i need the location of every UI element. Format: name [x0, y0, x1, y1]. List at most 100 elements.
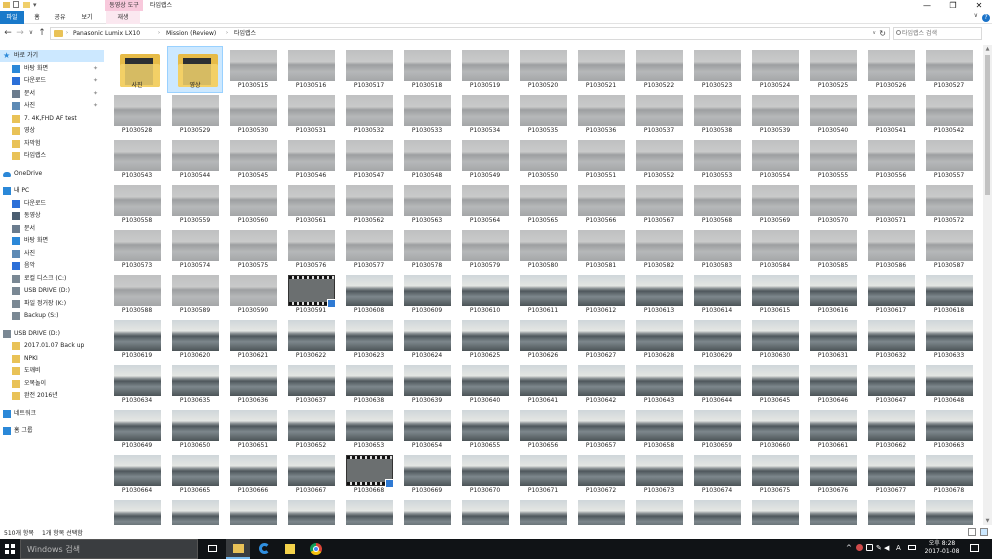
image-file-item[interactable]: P1030634 [110, 362, 164, 407]
image-file-item[interactable]: P1030528 [110, 92, 164, 137]
tray-network-icon[interactable] [866, 544, 873, 553]
tab-view[interactable]: 보기 [76, 11, 98, 24]
image-file-item[interactable]: P1030616 [806, 272, 860, 317]
image-file-item[interactable]: P1030666 [226, 452, 280, 497]
properties-icon[interactable] [13, 1, 21, 9]
image-file-item[interactable]: P1030639 [400, 362, 454, 407]
image-file-item[interactable] [168, 497, 222, 525]
nav-item[interactable]: ★ 바로 가기 [0, 50, 104, 62]
image-file-item[interactable]: P1030626 [516, 317, 570, 362]
image-file-item[interactable]: P1030536 [574, 92, 628, 137]
tab-home[interactable]: 홈 [28, 11, 46, 24]
image-file-item[interactable] [806, 497, 860, 525]
scroll-down-arrow[interactable]: ▼ [984, 518, 991, 524]
image-file-item[interactable]: P1030633 [922, 317, 976, 362]
image-file-item[interactable]: P1030624 [400, 317, 454, 362]
tab-file[interactable]: 파일 [0, 11, 24, 24]
image-file-item[interactable]: P1030567 [632, 182, 686, 227]
image-file-item[interactable]: P1030638 [342, 362, 396, 407]
image-file-item[interactable]: P1030561 [284, 182, 338, 227]
image-file-item[interactable] [400, 497, 454, 525]
image-file-item[interactable]: P1030647 [864, 362, 918, 407]
image-file-item[interactable]: P1030549 [458, 137, 512, 182]
nav-item[interactable]: 오복놀이 [0, 378, 104, 390]
clock[interactable]: 오후 8:28 2017-01-08 [922, 540, 962, 556]
image-file-item[interactable]: P1030531 [284, 92, 338, 137]
tray-battery-icon[interactable] [908, 544, 916, 552]
image-file-item[interactable]: P1030672 [574, 452, 628, 497]
nav-item[interactable]: 자막험 [0, 138, 104, 150]
image-file-item[interactable]: P1030675 [748, 452, 802, 497]
image-file-item[interactable]: P1030552 [632, 137, 686, 182]
image-file-item[interactable]: P1030542 [922, 92, 976, 137]
image-file-item[interactable]: P1030526 [864, 47, 918, 92]
image-file-item[interactable]: P1030629 [690, 317, 744, 362]
image-file-item[interactable] [458, 497, 512, 525]
nav-item[interactable]: 로컬 디스크 (C:) [0, 273, 104, 285]
image-file-item[interactable]: P1030554 [748, 137, 802, 182]
image-file-item[interactable]: P1030590 [226, 272, 280, 317]
nav-item[interactable]: NPKI [0, 353, 104, 365]
image-file-item[interactable]: P1030533 [400, 92, 454, 137]
nav-item[interactable]: 내 PC [0, 185, 104, 197]
image-file-item[interactable]: P1030516 [284, 47, 338, 92]
image-file-item[interactable]: P1030619 [110, 317, 164, 362]
nav-item[interactable]: USB DRIVE (D:) [0, 285, 104, 297]
image-file-item[interactable]: P1030522 [632, 47, 686, 92]
image-file-item[interactable]: P1030572 [922, 182, 976, 227]
image-file-item[interactable]: P1030676 [806, 452, 860, 497]
close-button[interactable]: ✕ [966, 0, 992, 11]
image-file-item[interactable]: P1030589 [168, 272, 222, 317]
image-file-item[interactable]: P1030537 [632, 92, 686, 137]
nav-item[interactable]: 파일 정거장 (K:) [0, 298, 104, 310]
image-file-item[interactable]: P1030555 [806, 137, 860, 182]
image-file-item[interactable]: P1030545 [226, 137, 280, 182]
image-file-item[interactable]: P1030573 [110, 227, 164, 272]
image-file-item[interactable]: P1030671 [516, 452, 570, 497]
image-file-item[interactable]: P1030558 [110, 182, 164, 227]
image-file-item[interactable]: P1030548 [400, 137, 454, 182]
taskbar-edge[interactable] [252, 539, 276, 559]
nav-item[interactable]: 2017.01.07 Back up [0, 340, 104, 352]
address-dropdown[interactable]: ∨ [872, 28, 876, 39]
refresh-button[interactable]: ↻ [879, 28, 886, 39]
image-file-item[interactable]: P1030544 [168, 137, 222, 182]
image-file-item[interactable]: P1030517 [342, 47, 396, 92]
breadcrumb-mission[interactable]: Mission (Review) [166, 28, 216, 39]
nav-item[interactable]: 음악 [0, 260, 104, 272]
image-file-item[interactable]: P1030569 [748, 182, 802, 227]
nav-item[interactable]: 문서 ✦ [0, 88, 104, 100]
taskbar-chrome[interactable] [304, 539, 328, 559]
image-file-item[interactable]: P1030520 [516, 47, 570, 92]
image-file-item[interactable]: P1030608 [342, 272, 396, 317]
image-file-item[interactable]: P1030585 [806, 227, 860, 272]
nav-item[interactable]: 사진 ✦ [0, 100, 104, 112]
nav-item[interactable]: 다운로드 [0, 198, 104, 210]
image-file-item[interactable]: P1030563 [400, 182, 454, 227]
image-file-item[interactable] [110, 497, 164, 525]
image-file-item[interactable]: P1030645 [748, 362, 802, 407]
taskbar-file-explorer[interactable] [226, 539, 250, 559]
image-file-item[interactable]: P1030659 [690, 407, 744, 452]
image-file-item[interactable]: P1030583 [690, 227, 744, 272]
image-file-item[interactable]: P1030609 [400, 272, 454, 317]
nav-item[interactable]: 문서 [0, 223, 104, 235]
image-file-item[interactable]: P1030655 [458, 407, 512, 452]
nav-item[interactable]: 다운로드 ✦ [0, 75, 104, 87]
tray-app-icon[interactable] [856, 544, 863, 553]
image-file-item[interactable]: P1030627 [574, 317, 628, 362]
image-file-item[interactable]: P1030550 [516, 137, 570, 182]
image-file-item[interactable]: P1030678 [922, 452, 976, 497]
image-file-item[interactable]: P1030650 [168, 407, 222, 452]
image-file-item[interactable]: P1030553 [690, 137, 744, 182]
image-file-item[interactable]: P1030611 [516, 272, 570, 317]
breadcrumb-timelapse[interactable]: 타임랩스 [234, 28, 256, 39]
image-file-item[interactable]: P1030652 [284, 407, 338, 452]
image-file-item[interactable]: P1030622 [284, 317, 338, 362]
taskbar-sticky-notes[interactable] [278, 539, 302, 559]
folder-item[interactable]: 영상 [167, 46, 223, 93]
nav-item[interactable]: 홈 그룹 [0, 425, 104, 437]
image-file-item[interactable]: P1030566 [574, 182, 628, 227]
image-file-item[interactable] [574, 497, 628, 525]
image-file-item[interactable]: P1030534 [458, 92, 512, 137]
